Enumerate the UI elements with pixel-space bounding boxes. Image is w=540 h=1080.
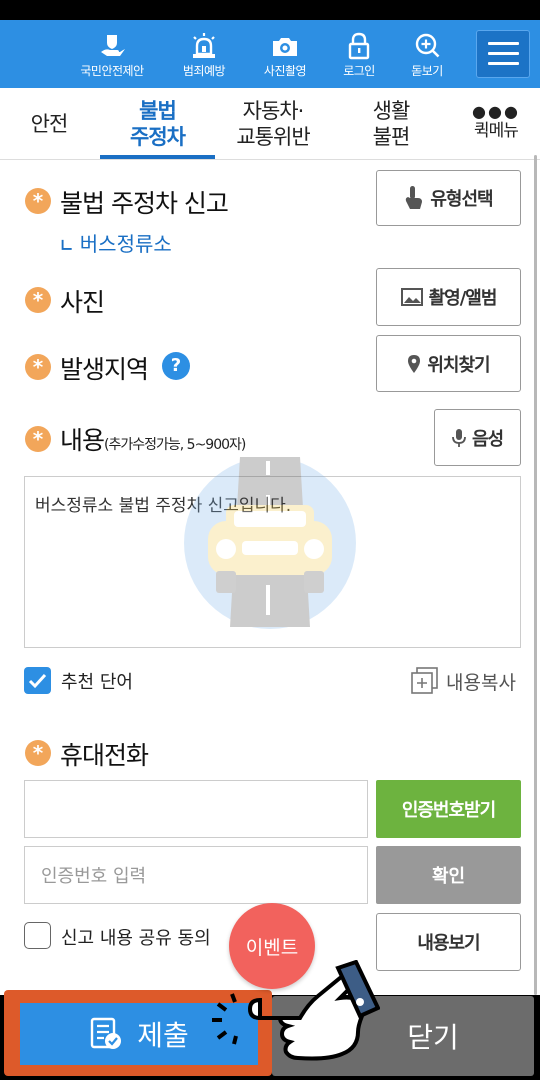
copy-content-button[interactable]: 내용복사 bbox=[410, 666, 516, 696]
copy-content-label: 내용복사 bbox=[446, 671, 516, 694]
content-hint: (추가수정가능, 5~900자) bbox=[104, 437, 246, 453]
voice-input-label: 음성 bbox=[471, 428, 504, 450]
nav-item-login[interactable]: 로그인 bbox=[324, 32, 394, 79]
car-watermark-icon bbox=[184, 457, 356, 629]
voice-input-button[interactable]: 음성 bbox=[434, 409, 521, 466]
required-marker: * bbox=[25, 287, 51, 313]
magnifier-plus-icon bbox=[415, 33, 440, 58]
view-content-label: 내용보기 bbox=[417, 933, 480, 954]
location-pin-icon bbox=[408, 354, 421, 373]
hand-shield-icon bbox=[101, 35, 125, 56]
tab-quick-menu[interactable]: ●●● 퀵메뉴 bbox=[456, 88, 536, 160]
location-label: 발생지역 bbox=[60, 355, 149, 384]
tab-label: 퀵메뉴 bbox=[474, 121, 519, 141]
tab-label: 불법 주정차 bbox=[130, 99, 186, 149]
tab-living-inconvenience[interactable]: 생활 불편 bbox=[346, 88, 436, 160]
nav-item-magnifier[interactable]: 돋보기 bbox=[392, 32, 462, 79]
type-select-label: 유형선택 bbox=[430, 189, 493, 210]
image-icon bbox=[400, 288, 423, 306]
required-marker: * bbox=[25, 188, 51, 214]
status-bar bbox=[0, 0, 540, 20]
tab-label: 생활 불편 bbox=[372, 99, 411, 149]
phone-input[interactable] bbox=[24, 780, 368, 838]
hamburger-line bbox=[488, 62, 519, 65]
recommend-checkbox[interactable] bbox=[24, 667, 51, 694]
hamburger-icon bbox=[488, 42, 519, 45]
required-marker: * bbox=[25, 354, 51, 380]
close-label: 닫기 bbox=[407, 1021, 459, 1054]
phone-label: 휴대전화 bbox=[60, 741, 149, 770]
find-location-button[interactable]: 위치찾기 bbox=[376, 335, 521, 392]
report-subtype: ∟ 버스정류소 bbox=[60, 228, 172, 257]
lock-icon bbox=[348, 32, 370, 60]
tab-safety[interactable]: 안전 bbox=[14, 88, 84, 160]
photo-album-button[interactable]: 촬영/앨범 bbox=[376, 268, 521, 326]
tab-illegal-parking[interactable]: 불법 주정차 bbox=[100, 88, 215, 160]
microphone-icon bbox=[452, 428, 466, 447]
view-content-button[interactable]: 내용보기 bbox=[376, 913, 521, 971]
required-marker: * bbox=[25, 426, 51, 452]
tab-vehicle-traffic[interactable]: 자동차· 교통위반 bbox=[222, 88, 324, 160]
report-title: 불법 주정차 신고 bbox=[60, 189, 229, 218]
photo-label: 사진 bbox=[60, 288, 105, 317]
nav-item-safety-proposal[interactable]: 국민안전제안 bbox=[77, 32, 147, 79]
category-tabs: 안전 불법 주정차 자동차· 교통위반 생활 불편 ●●● 퀵메뉴 bbox=[0, 88, 540, 160]
share-agree-checkbox[interactable] bbox=[24, 922, 51, 949]
location-help-icon[interactable]: ? bbox=[162, 352, 190, 380]
confirm-button[interactable]: 확인 bbox=[376, 846, 521, 904]
content-label: 내용 bbox=[60, 426, 105, 455]
report-subtype-label: 버스정류소 bbox=[79, 232, 172, 256]
copy-plus-icon bbox=[411, 667, 438, 694]
content-label-group: 내용(추가수정가능, 5~900자) bbox=[60, 421, 246, 457]
cert-number-input[interactable]: 인증번호 입력 bbox=[24, 846, 368, 904]
menu-button[interactable] bbox=[476, 30, 530, 78]
nav-item-take-photo[interactable]: 사진촬영 bbox=[250, 32, 320, 79]
dots-icon: ●●● bbox=[472, 102, 520, 121]
required-marker: * bbox=[25, 740, 51, 766]
nav-item-crime-prevention[interactable]: 범죄예방 bbox=[169, 32, 239, 79]
pointing-hand-icon bbox=[212, 960, 380, 1061]
recommend-label: 추천 단어 bbox=[61, 672, 133, 693]
find-location-label: 위치찾기 bbox=[427, 354, 490, 376]
share-agree-label: 신고 내용 공유 동의 bbox=[61, 928, 211, 949]
type-select-button[interactable]: 유형선택 bbox=[376, 170, 521, 226]
scrollbar[interactable] bbox=[534, 155, 537, 995]
photo-album-label: 촬영/앨범 bbox=[428, 288, 498, 309]
subtype-corner-icon: ∟ bbox=[60, 236, 74, 255]
siren-icon bbox=[193, 33, 215, 58]
camera-icon bbox=[273, 38, 297, 56]
request-cert-button[interactable]: 인증번호받기 bbox=[376, 780, 521, 838]
active-tab-indicator bbox=[100, 155, 215, 159]
submit-label: 제출 bbox=[137, 1019, 189, 1052]
hamburger-line bbox=[488, 52, 519, 55]
document-check-icon bbox=[91, 1017, 122, 1049]
top-nav: 국민안전제안 범죄예방 사진촬영 로그인 돋보기 bbox=[0, 20, 540, 88]
check-icon bbox=[28, 673, 47, 689]
tab-label: 안전 bbox=[30, 112, 69, 136]
touch-hand-icon bbox=[406, 186, 423, 209]
tab-label: 자동차· 교통위반 bbox=[236, 99, 310, 149]
